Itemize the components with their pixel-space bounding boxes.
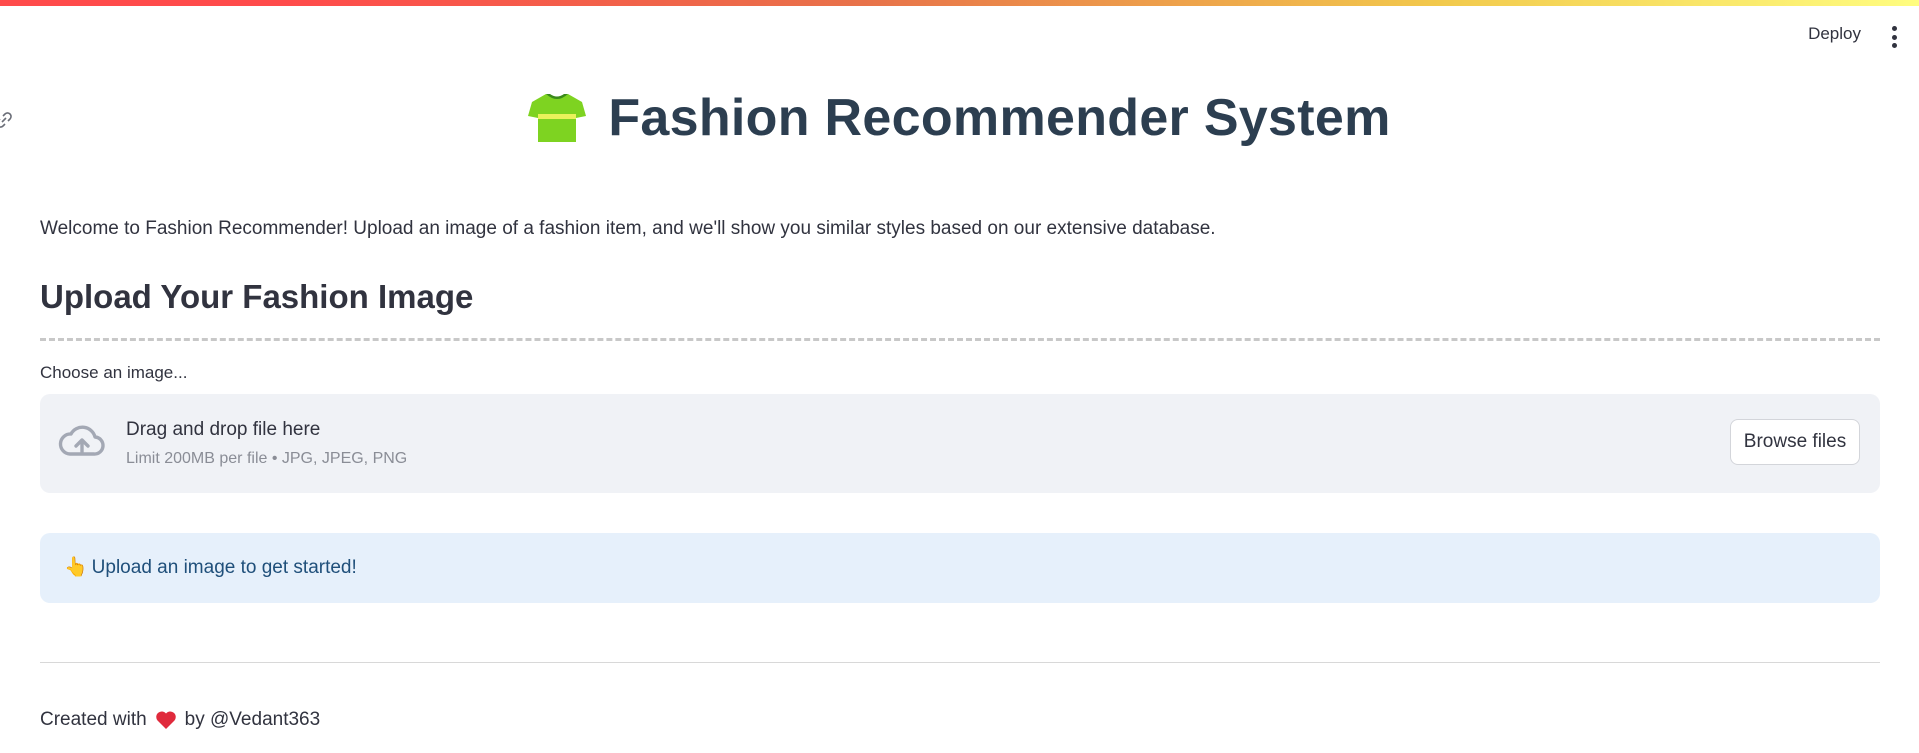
footer-divider (40, 662, 1880, 663)
pointing-up-icon: 👆 (64, 557, 88, 578)
footer: Created with by @Vedant363 (40, 709, 320, 731)
cloud-upload-icon (58, 425, 105, 456)
dropzone-limit-text: Limit 200MB per file • JPG, JPEG, PNG (126, 450, 408, 467)
deploy-button[interactable]: Deploy (1808, 24, 1861, 44)
file-dropzone[interactable]: Drag and drop file here Limit 200MB per … (40, 394, 1880, 493)
dropzone-title: Drag and drop file here (126, 419, 321, 440)
dashed-divider (40, 338, 1880, 341)
info-message: 👆 Upload an image to get started! (64, 555, 357, 579)
tshirt-icon (528, 94, 587, 142)
app-header: Deploy (0, 6, 1919, 62)
info-text: Upload an image to get started! (91, 557, 357, 578)
footer-prefix: Created with (40, 709, 147, 730)
page-title: Fashion Recommender System (608, 89, 1391, 147)
browse-files-button[interactable]: Browse files (1730, 419, 1860, 465)
info-alert: 👆 Upload an image to get started! (40, 533, 1880, 603)
footer-author: by @Vedant363 (184, 709, 321, 730)
kebab-menu-icon[interactable] (1887, 26, 1901, 48)
file-uploader-label: Choose an image... (40, 363, 188, 382)
welcome-text: Welcome to Fashion Recommender! Upload a… (40, 218, 1216, 239)
upload-heading: Upload Your Fashion Image (40, 278, 474, 315)
page-title-row: Fashion Recommender System (0, 88, 1919, 148)
heart-icon (155, 711, 176, 729)
